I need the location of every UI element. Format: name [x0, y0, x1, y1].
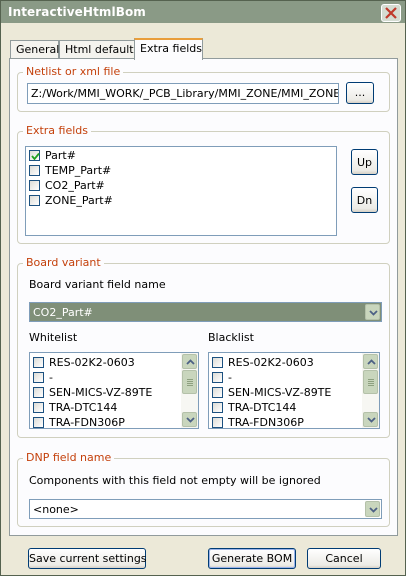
scroll-up-button[interactable]	[182, 354, 197, 369]
browse-button[interactable]: ...	[346, 82, 374, 104]
dialog-window: InteractiveHtmlBom General Html defaults…	[0, 0, 406, 576]
checkbox[interactable]	[212, 387, 223, 398]
tab-extra-fields[interactable]: Extra fields	[134, 38, 203, 60]
extra-field-label: CO2_Part#	[45, 179, 105, 192]
cancel-button[interactable]: Cancel	[307, 548, 381, 569]
extra-fields-list: Part# TEMP_Part# CO2_Part# ZONE_Part#	[25, 146, 337, 236]
tab-label: Extra fields	[140, 42, 202, 55]
tab-label: Html defaults	[65, 43, 140, 56]
scroll-up-button[interactable]	[363, 354, 378, 369]
whitelist-label: Whitelist	[29, 331, 78, 344]
select-value: CO2_Part#	[33, 306, 93, 319]
tab-panel-extra-fields: Netlist or xml file Z:/Work/MMI_WORK/_PC…	[9, 58, 398, 536]
board-variant-field-select[interactable]: CO2_Part#	[29, 302, 382, 322]
tab-html-defaults[interactable]: Html defaults	[59, 40, 139, 59]
tab-label: General	[16, 43, 60, 56]
whitelist-item[interactable]: SEN-MICS-VZ-89TE	[33, 386, 181, 401]
whitelist-item[interactable]: -	[33, 371, 181, 386]
blacklist-item[interactable]: RES-02K2-0603	[212, 356, 362, 371]
checkbox[interactable]	[33, 357, 44, 368]
netlist-path-input[interactable]: Z:/Work/MMI_WORK/_PCB_Library/MMI_ZONE/M…	[27, 83, 339, 104]
window-title: InteractiveHtmlBom	[8, 5, 146, 19]
netlist-group: Netlist or xml file Z:/Work/MMI_WORK/_PC…	[17, 65, 390, 112]
blacklist-item[interactable]: SEN-MICS-VZ-89TE	[212, 386, 362, 401]
extra-fields-group: Extra fields Part# TEMP_Part# CO2_Part#	[17, 124, 390, 244]
select-value: <none>	[33, 503, 79, 516]
whitelist-list: RES-02K2-0603 - SEN-MICS-VZ-89TE TRA-DTC…	[29, 352, 199, 429]
checkbox[interactable]	[212, 372, 223, 383]
checkbox[interactable]	[33, 387, 44, 398]
blacklist-label: Blacklist	[208, 331, 254, 344]
checkbox[interactable]	[212, 402, 223, 413]
whitelist-item-label: TRA-DTC144	[49, 401, 118, 414]
chevron-down-icon	[369, 507, 378, 513]
blacklist-item[interactable]: TRA-DTC144	[212, 401, 362, 416]
chevron-up-icon	[367, 359, 376, 365]
extra-field-label: TEMP_Part#	[45, 164, 112, 177]
tab-general[interactable]: General	[10, 40, 59, 59]
dropdown-button[interactable]	[365, 501, 380, 517]
whitelist-item[interactable]: TRA-FDN306P	[33, 416, 181, 429]
checkbox[interactable]	[29, 180, 40, 191]
extra-field-item[interactable]: Part#	[29, 149, 329, 164]
save-settings-button[interactable]: Save current settings	[28, 548, 147, 569]
blacklist-scrollbar[interactable]	[362, 353, 379, 428]
scroll-thumb[interactable]	[182, 370, 197, 394]
scroll-thumb[interactable]	[363, 370, 378, 394]
blacklist-item-label: TRA-DTC144	[228, 401, 297, 414]
whitelist-item-label: TRA-FDN306P	[49, 416, 125, 429]
checkbox[interactable]	[33, 402, 44, 413]
extra-field-item[interactable]: TEMP_Part#	[29, 164, 329, 179]
checkbox[interactable]	[29, 165, 40, 176]
checkbox[interactable]	[29, 195, 40, 206]
whitelist-item[interactable]: RES-02K2-0603	[33, 356, 181, 371]
chevron-up-icon	[186, 359, 195, 365]
scroll-down-button[interactable]	[182, 412, 197, 427]
close-button[interactable]	[381, 4, 401, 22]
scroll-down-button[interactable]	[363, 412, 378, 427]
chevron-down-icon	[367, 417, 376, 423]
netlist-legend: Netlist or xml file	[23, 65, 124, 78]
move-down-button[interactable]: Dn	[351, 187, 378, 213]
checkbox[interactable]	[212, 357, 223, 368]
extra-field-label: Part#	[45, 149, 76, 162]
extra-field-item[interactable]: CO2_Part#	[29, 179, 329, 194]
dnp-legend: DNP field name	[23, 451, 115, 464]
blacklist-item[interactable]: -	[212, 371, 362, 386]
extra-fields-legend: Extra fields	[23, 124, 91, 137]
dropdown-button[interactable]	[365, 304, 380, 320]
blacklist-item-label: TRA-FDN306P	[228, 416, 304, 429]
dnp-field-select[interactable]: <none>	[29, 499, 382, 519]
close-icon	[385, 7, 397, 19]
dnp-description: Components with this field not empty wil…	[29, 474, 321, 487]
move-up-button[interactable]: Up	[351, 149, 378, 175]
blacklist-item-label: -	[228, 371, 232, 384]
whitelist-item-label: -	[49, 371, 53, 384]
checkbox[interactable]	[33, 417, 44, 428]
blacklist-item[interactable]: TRA-FDN306P	[212, 416, 362, 429]
blacklist-item-label: RES-02K2-0603	[228, 356, 314, 369]
checkbox[interactable]	[33, 372, 44, 383]
generate-bom-button[interactable]: Generate BOM	[208, 548, 296, 569]
whitelist-item[interactable]: TRA-DTC144	[33, 401, 181, 416]
extra-field-label: ZONE_Part#	[45, 194, 113, 207]
blacklist-list: RES-02K2-0603 - SEN-MICS-VZ-89TE TRA-DTC…	[208, 352, 380, 429]
board-variant-legend: Board variant	[23, 256, 104, 269]
dnp-group: DNP field name Components with this fiel…	[17, 451, 390, 527]
whitelist-scrollbar[interactable]	[181, 353, 198, 428]
board-variant-field-label: Board variant field name	[29, 278, 166, 291]
checkbox[interactable]	[29, 150, 40, 161]
extra-field-item[interactable]: ZONE_Part#	[29, 194, 329, 209]
chevron-down-icon	[369, 310, 378, 316]
whitelist-item-label: SEN-MICS-VZ-89TE	[49, 386, 153, 399]
chevron-down-icon	[186, 417, 195, 423]
checkbox[interactable]	[212, 417, 223, 428]
whitelist-item-label: RES-02K2-0603	[49, 356, 135, 369]
blacklist-item-label: SEN-MICS-VZ-89TE	[228, 386, 332, 399]
board-variant-group: Board variant Board variant field name C…	[17, 256, 390, 438]
title-bar[interactable]: InteractiveHtmlBom	[1, 1, 405, 23]
checkmark-icon	[31, 152, 40, 161]
